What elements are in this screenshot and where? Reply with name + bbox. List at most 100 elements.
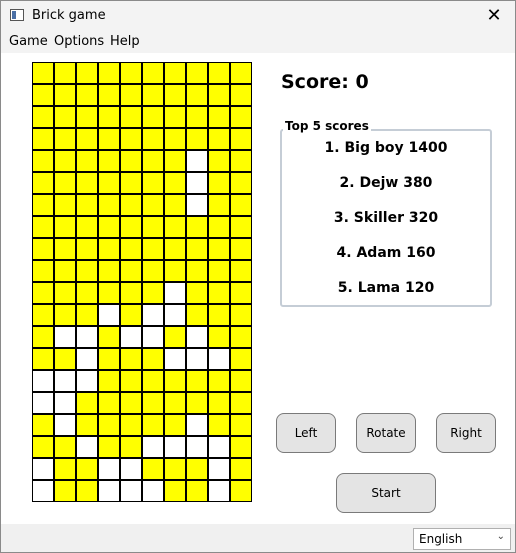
board-cell xyxy=(164,150,186,172)
chevron-down-icon: ⌄ xyxy=(496,531,505,542)
board-cell xyxy=(76,326,98,348)
board-cell xyxy=(76,84,98,106)
board-cell xyxy=(98,480,120,502)
board-cell xyxy=(186,62,208,84)
board-cell xyxy=(76,392,98,414)
top-score-entry-3: 3. Skiller 320 xyxy=(333,210,439,226)
right-button[interactable]: Right xyxy=(436,413,496,453)
board-cell xyxy=(32,172,54,194)
board-cell xyxy=(208,128,230,150)
board-cell xyxy=(142,128,164,150)
board-cell xyxy=(54,436,76,458)
board-cell xyxy=(230,436,252,458)
board-cell xyxy=(98,172,120,194)
board-cell xyxy=(186,436,208,458)
board-cell xyxy=(32,106,54,128)
board-cell xyxy=(54,128,76,150)
board-cell xyxy=(208,458,230,480)
window-title: Brick game xyxy=(32,8,106,23)
board-cell xyxy=(230,370,252,392)
board-cell xyxy=(230,304,252,326)
board-cell xyxy=(54,62,76,84)
board-cell xyxy=(208,414,230,436)
rotate-button[interactable]: Rotate xyxy=(356,413,416,453)
game-board xyxy=(32,62,252,502)
board-cell xyxy=(76,238,98,260)
board-cell xyxy=(76,106,98,128)
close-icon[interactable]: ✕ xyxy=(479,3,509,29)
board-cell xyxy=(76,150,98,172)
board-cell xyxy=(230,84,252,106)
board-cell xyxy=(120,304,142,326)
board-cell xyxy=(186,480,208,502)
menu-options[interactable]: Options xyxy=(54,34,104,49)
board-cell xyxy=(164,348,186,370)
board-cell xyxy=(164,172,186,194)
board-cell xyxy=(208,172,230,194)
board-cell xyxy=(208,62,230,84)
board-cell xyxy=(164,238,186,260)
board-cell xyxy=(186,194,208,216)
board-cell xyxy=(164,282,186,304)
board-cell xyxy=(186,414,208,436)
board-cell xyxy=(98,392,120,414)
board-cell xyxy=(230,348,252,370)
board-cell xyxy=(164,304,186,326)
board-cell xyxy=(76,172,98,194)
board-cell xyxy=(54,260,76,282)
board-cell xyxy=(54,414,76,436)
board-cell xyxy=(54,370,76,392)
board-cell xyxy=(186,106,208,128)
board-cell xyxy=(98,348,120,370)
board-cell xyxy=(186,348,208,370)
app-icon xyxy=(10,9,24,21)
board-cell xyxy=(142,370,164,392)
board-cell xyxy=(230,414,252,436)
menu-game[interactable]: Game xyxy=(9,34,48,49)
left-button[interactable]: Left xyxy=(276,413,336,453)
board-cell xyxy=(76,282,98,304)
board-cell xyxy=(76,194,98,216)
board-cell xyxy=(98,128,120,150)
board-cell xyxy=(186,282,208,304)
board-cell xyxy=(98,62,120,84)
board-cell xyxy=(120,348,142,370)
top-score-entry-2: 2. Dejw 380 xyxy=(339,175,433,191)
board-cell xyxy=(54,216,76,238)
board-cell xyxy=(186,150,208,172)
board-cell xyxy=(142,326,164,348)
board-cell xyxy=(54,106,76,128)
board-cell xyxy=(230,458,252,480)
board-cell xyxy=(230,216,252,238)
board-cell xyxy=(208,194,230,216)
board-cell xyxy=(120,238,142,260)
board-cell xyxy=(164,260,186,282)
board-cell xyxy=(142,304,164,326)
board-cell xyxy=(54,480,76,502)
board-cell xyxy=(230,392,252,414)
board-cell xyxy=(230,326,252,348)
board-cell xyxy=(120,194,142,216)
board-cell xyxy=(142,414,164,436)
title-bar: Brick game ✕ xyxy=(1,1,515,31)
board-cell xyxy=(230,282,252,304)
board-cell xyxy=(230,172,252,194)
board-cell xyxy=(120,260,142,282)
board-cell xyxy=(120,172,142,194)
board-cell xyxy=(120,480,142,502)
board-cell xyxy=(230,480,252,502)
top-score-entry-1: 1. Big boy 1400 xyxy=(324,140,448,156)
board-cell xyxy=(32,150,54,172)
board-cell xyxy=(32,370,54,392)
board-cell xyxy=(164,194,186,216)
board-cell xyxy=(142,458,164,480)
menu-help[interactable]: Help xyxy=(110,34,140,49)
board-cell xyxy=(98,194,120,216)
board-cell xyxy=(142,348,164,370)
board-cell xyxy=(186,326,208,348)
start-button[interactable]: Start xyxy=(336,473,436,513)
board-cell xyxy=(142,260,164,282)
board-cell xyxy=(54,238,76,260)
board-cell xyxy=(164,106,186,128)
language-select[interactable]: English ⌄ xyxy=(413,528,511,550)
